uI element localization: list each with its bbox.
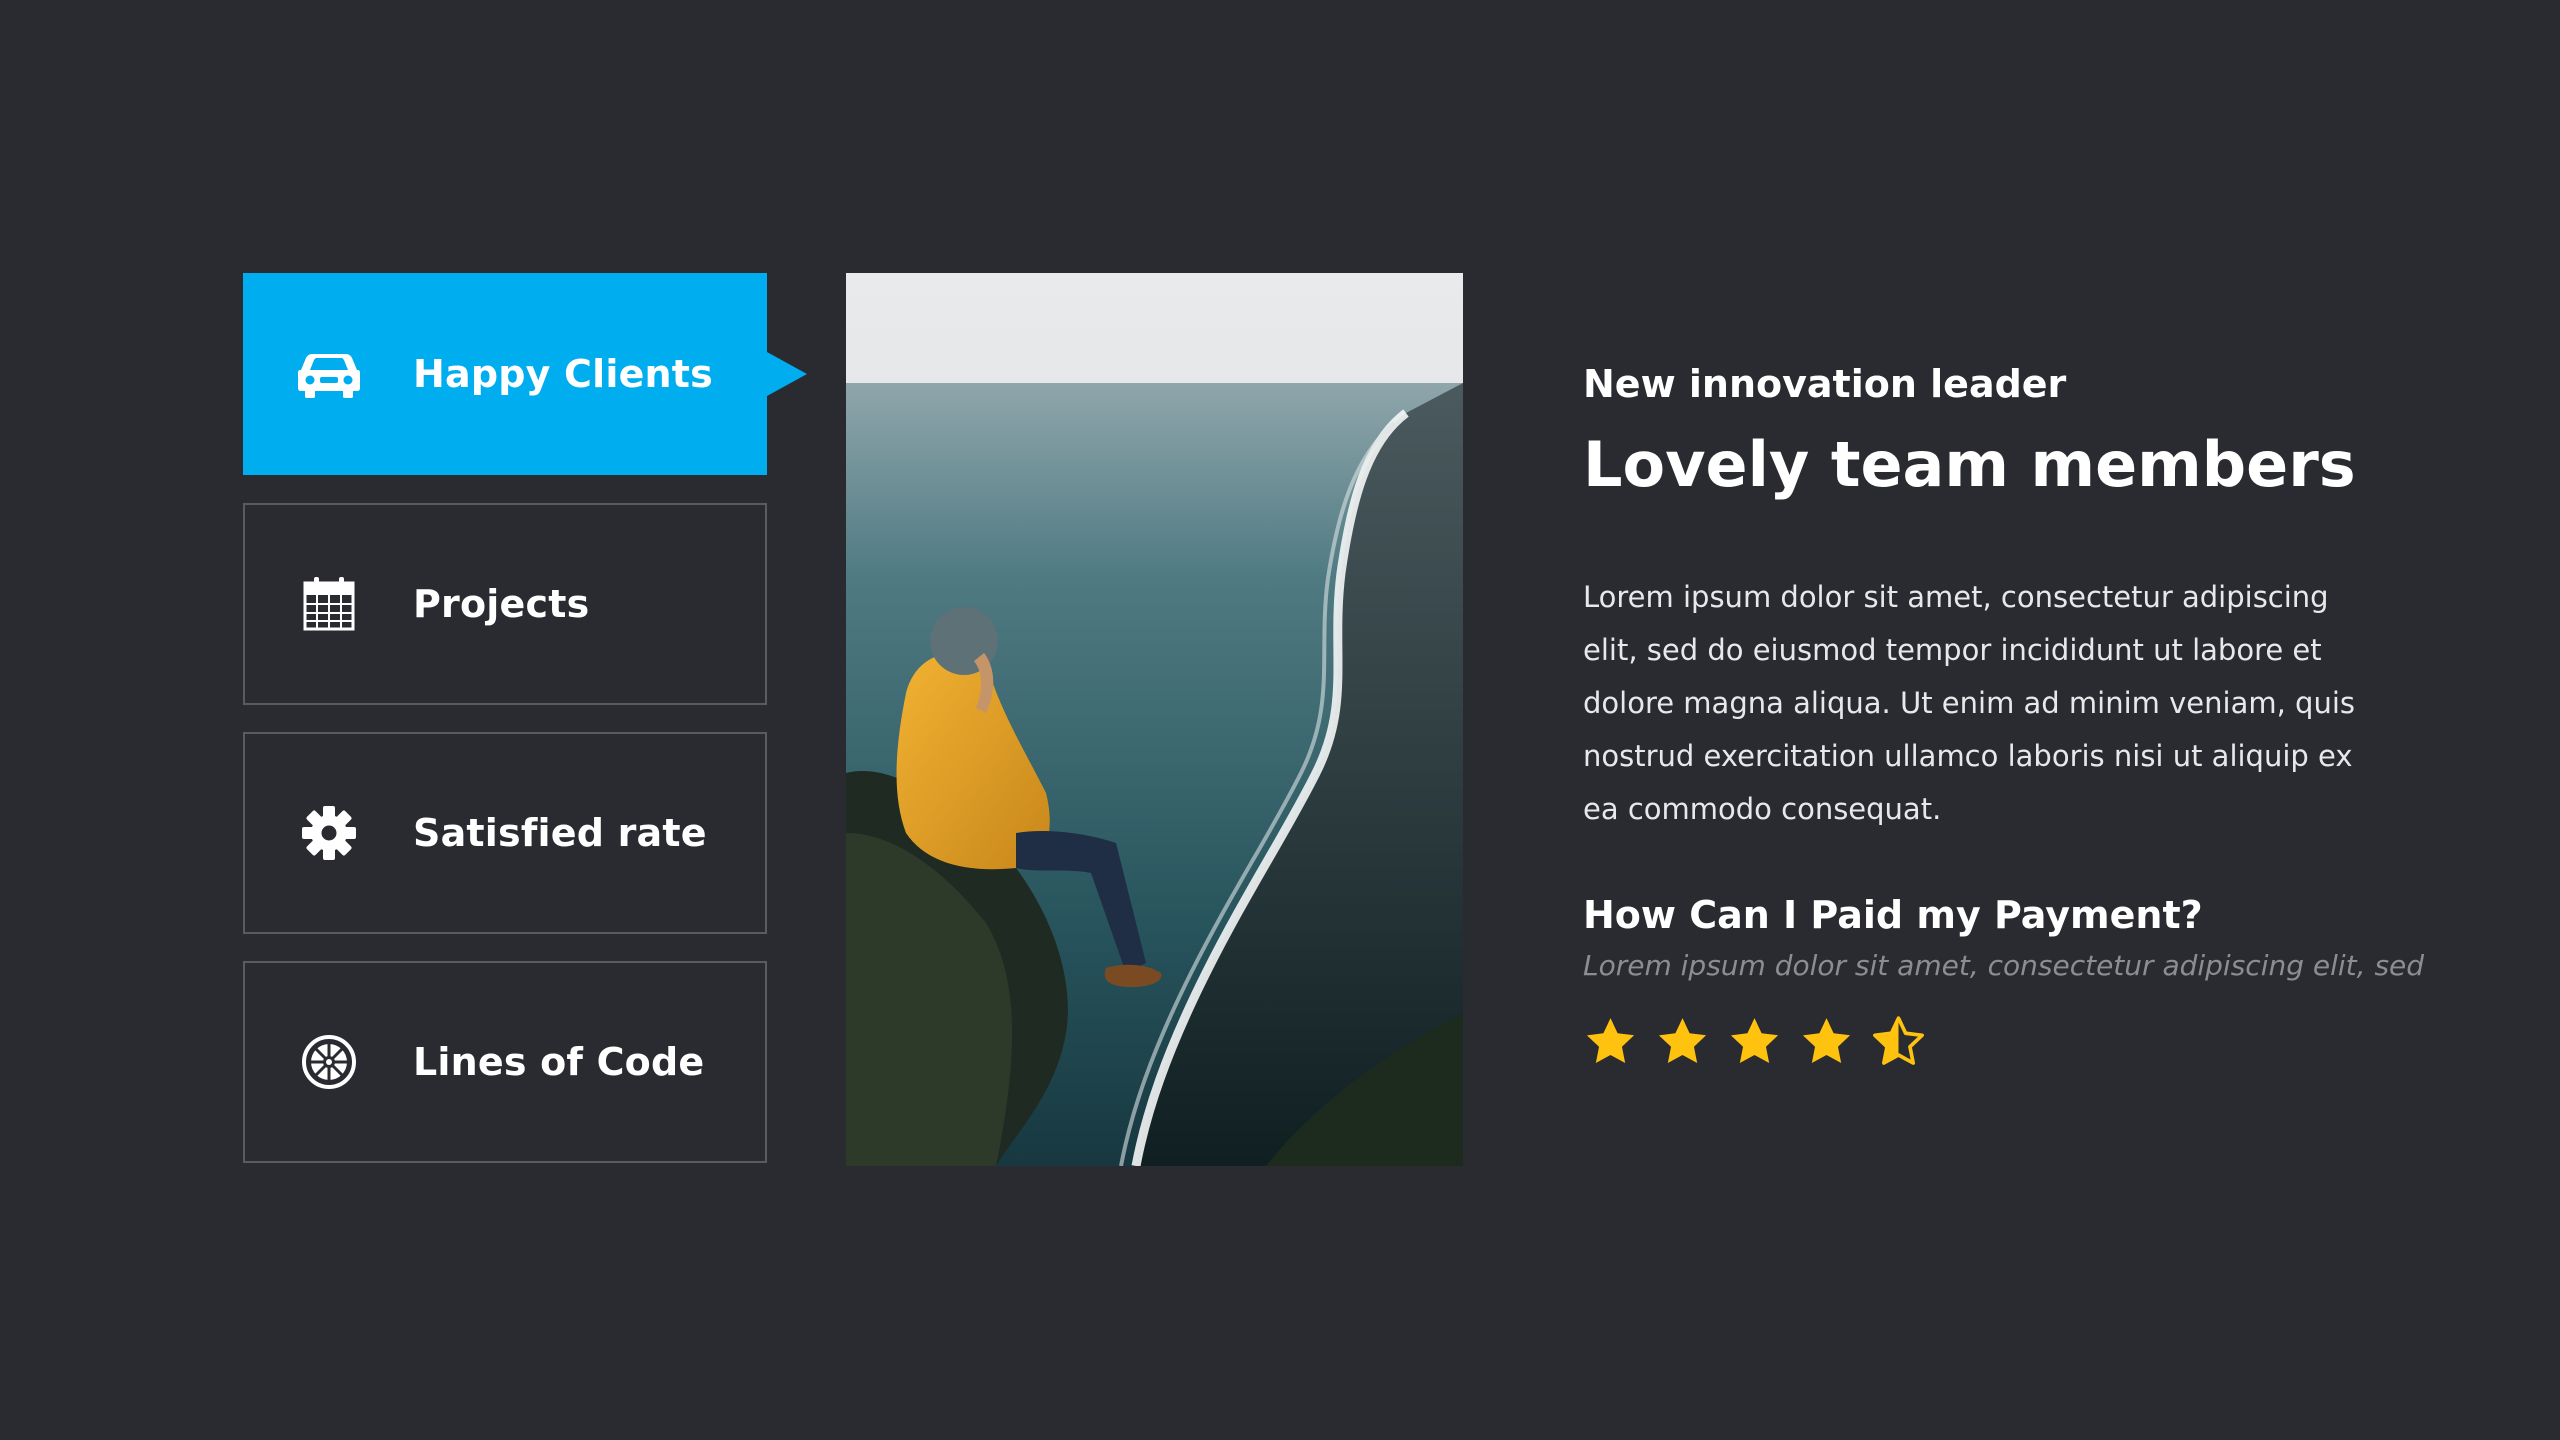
- coastal-cliff-illustration: [846, 273, 1463, 1166]
- star-full-icon[interactable]: [1583, 1014, 1638, 1069]
- star-full-icon[interactable]: [1799, 1014, 1854, 1069]
- star-full-icon[interactable]: [1727, 1014, 1782, 1069]
- body-text: Lorem ipsum dolor sit amet, consectetur …: [1583, 580, 2355, 826]
- star-full-icon[interactable]: [1655, 1014, 1710, 1069]
- faq-subtext: Lorem ipsum dolor sit amet, consectetur …: [1583, 949, 2425, 982]
- page-title: Lovely team members: [1583, 428, 2356, 501]
- star-half-icon[interactable]: [1871, 1014, 1926, 1069]
- gear-icon: [297, 801, 361, 865]
- tab-projects[interactable]: Projects: [243, 503, 767, 705]
- tab-satisfied-rate[interactable]: Satisfied rate: [243, 732, 767, 934]
- feature-tab-list: Happy Clients Projects Satisfied rate Li…: [243, 273, 767, 1191]
- slide: Happy Clients Projects Satisfied rate Li…: [0, 0, 2560, 1440]
- eyebrow-title: New innovation leader: [1583, 362, 2067, 406]
- star-rating[interactable]: [1583, 1014, 2383, 1069]
- tab-label: Projects: [413, 582, 590, 626]
- car-icon: [297, 342, 361, 406]
- hero-photo: [846, 273, 1463, 1166]
- tab-label: Satisfied rate: [413, 811, 707, 855]
- tab-label: Happy Clients: [413, 352, 713, 396]
- tab-label: Lines of Code: [413, 1040, 705, 1084]
- emblem-icon: [297, 1030, 361, 1094]
- content-panel: New innovation leader Lovely team member…: [1583, 355, 2425, 1069]
- calendar-icon: [297, 572, 361, 636]
- tab-lines-of-code[interactable]: Lines of Code: [243, 961, 767, 1163]
- faq-question: How Can I Paid my Payment?: [1583, 893, 2203, 937]
- tab-happy-clients[interactable]: Happy Clients: [243, 273, 767, 475]
